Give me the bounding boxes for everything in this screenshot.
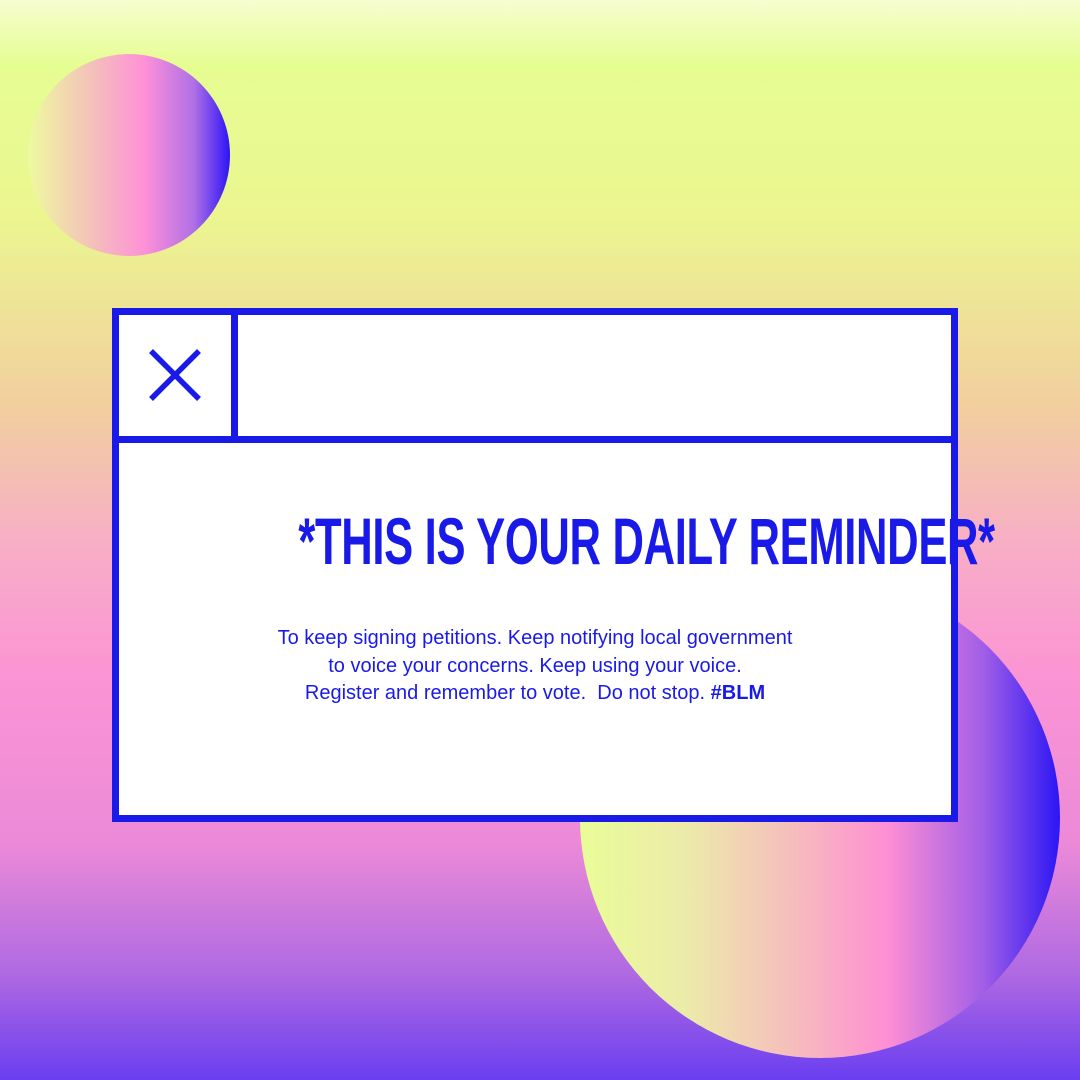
reminder-message: To keep signing petitions. Keep notifyin… — [119, 625, 951, 708]
blm-hashtag: #BLM — [710, 682, 766, 704]
reminder-headline: *THIS IS YOUR DAILY REMINDER* — [119, 501, 995, 581]
message-line-text: Register and remember to vote. Do not st… — [304, 682, 706, 704]
message-line: to voice your concerns. Keep using your … — [328, 654, 742, 677]
close-icon — [149, 349, 201, 401]
message-line-with-hashtag: Register and remember to vote. Do not st… — [119, 680, 951, 708]
window-title-bar — [119, 315, 951, 443]
message-line: To keep signing petitions. Keep notifyin… — [277, 627, 793, 649]
small-gradient-sphere — [28, 54, 230, 256]
close-button[interactable] — [119, 315, 238, 436]
reminder-window: *THIS IS YOUR DAILY REMINDER* To keep si… — [112, 308, 995, 822]
headline-text: *THIS IS YOUR DAILY REMINDER* — [298, 504, 995, 578]
